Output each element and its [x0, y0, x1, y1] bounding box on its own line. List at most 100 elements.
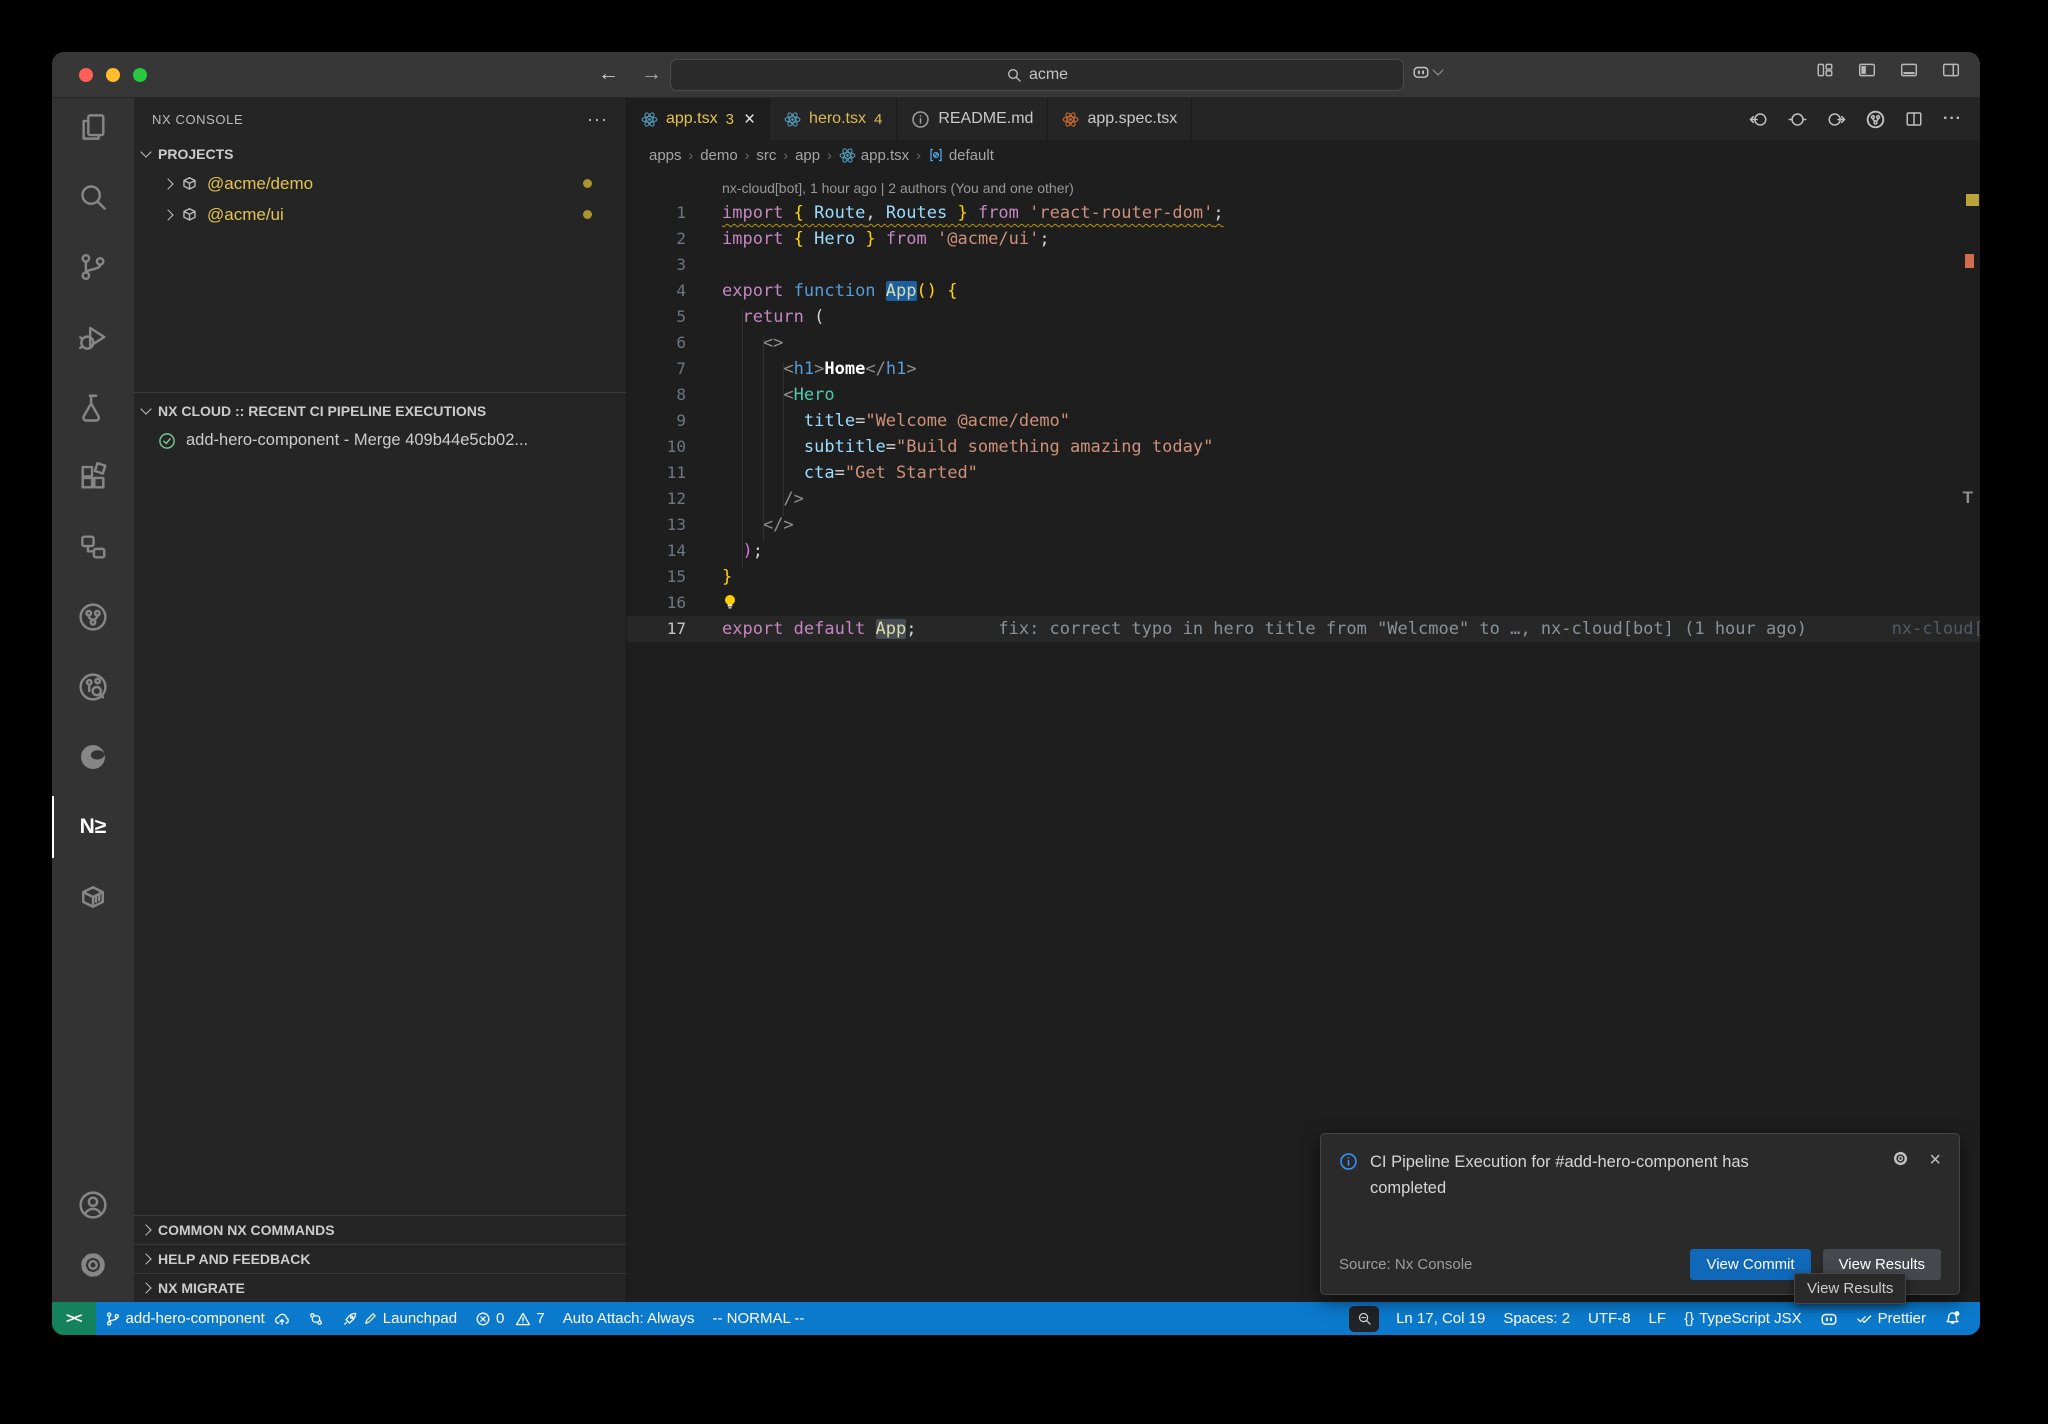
line-number: 16	[627, 590, 686, 616]
activity-source-control-icon[interactable]	[76, 252, 110, 282]
breadcrumb-demo[interactable]: demo	[700, 147, 738, 164]
history-back-icon[interactable]: ←	[598, 62, 619, 86]
command-center-search[interactable]: acme	[670, 59, 1404, 91]
copilot-status-item[interactable]	[1811, 1302, 1847, 1335]
vim-mode-item[interactable]: -- NORMAL --	[703, 1302, 813, 1335]
breadcrumbs: apps›demo›src›app›app.tsx›default	[627, 140, 1980, 170]
chevron-right-icon	[140, 1282, 151, 1293]
language-label: TypeScript JSX	[1699, 1310, 1802, 1327]
toggle-panel-icon[interactable]	[1900, 61, 1918, 79]
close-icon[interactable]: ×	[744, 110, 755, 129]
activity-run-debug-icon[interactable]	[76, 322, 110, 352]
activity-search-icon[interactable]	[76, 182, 110, 212]
code-line-6[interactable]: 6 <>	[627, 330, 1980, 356]
activity-extensions-icon[interactable]	[76, 462, 110, 492]
activity-account-icon[interactable]	[76, 1190, 110, 1220]
code-line-13[interactable]: 13 </>	[627, 512, 1980, 538]
more-actions-icon[interactable]: ···	[587, 109, 608, 130]
encoding-item[interactable]: UTF-8	[1579, 1302, 1640, 1335]
language-mode-item[interactable]: {} TypeScript JSX	[1675, 1302, 1811, 1335]
code-line-14[interactable]: 14 );	[627, 538, 1980, 564]
code-line-16[interactable]: 16	[627, 590, 1980, 616]
activity-edge-icon[interactable]	[76, 742, 110, 772]
tab-app.spec.tsx[interactable]: app.spec.tsx	[1048, 98, 1192, 140]
problems-item[interactable]: 0 7	[466, 1302, 554, 1335]
section-nx-cloud[interactable]: NX CLOUD :: RECENT CI PIPELINE EXECUTION…	[134, 397, 626, 425]
notifications-item[interactable]	[1935, 1302, 1970, 1335]
minimize-window-button[interactable]	[106, 68, 120, 82]
auto-attach-item[interactable]: Auto Attach: Always	[554, 1302, 704, 1335]
customize-layout-icon[interactable]	[1816, 61, 1834, 79]
warnings-count: 7	[536, 1310, 544, 1327]
line-content: subtitle="Build something amazing today"	[686, 434, 1213, 460]
lightbulb-icon[interactable]	[722, 593, 738, 611]
code-line-2[interactable]: 2import { Hero } from '@acme/ui';	[627, 226, 1980, 252]
cursor-position-item[interactable]: Ln 17, Col 19	[1387, 1302, 1494, 1335]
nav-back-icon[interactable]	[1749, 110, 1768, 129]
code-line-7[interactable]: 7 <h1>Home</h1>	[627, 356, 1980, 382]
code-line-9[interactable]: 9 title="Welcome @acme/demo"	[627, 408, 1980, 434]
code-line-10[interactable]: 10 subtitle="Build something amazing tod…	[627, 434, 1980, 460]
activity-git-graph-icon[interactable]	[76, 602, 110, 632]
code-line-12[interactable]: 12 />	[627, 486, 1980, 512]
code-line-11[interactable]: 11 cta="Get Started"	[627, 460, 1980, 486]
nav-forward-icon[interactable]	[1827, 110, 1846, 129]
activity-nx-icon[interactable]: N≥	[76, 812, 110, 842]
breadcrumb-separator: ›	[783, 147, 788, 163]
breadcrumb-src[interactable]: src	[756, 147, 776, 164]
gear-icon[interactable]	[1892, 1150, 1909, 1167]
launchpad-item[interactable]: Launchpad	[333, 1302, 466, 1335]
split-editor-icon[interactable]	[1905, 110, 1923, 128]
activity-references-icon[interactable]	[76, 532, 110, 562]
breadcrumb-separator: ›	[745, 147, 750, 163]
code-line-1[interactable]: 1import { Route, Routes } from 'react-ro…	[627, 200, 1980, 226]
close-window-button[interactable]	[79, 68, 93, 82]
activity-container-icon[interactable]	[76, 882, 110, 912]
code-line-3[interactable]: 3	[627, 252, 1980, 278]
line-number: 8	[627, 382, 686, 408]
zoom-indicator[interactable]	[1349, 1306, 1379, 1332]
section-projects[interactable]: PROJECTS	[134, 140, 626, 168]
code-line-5[interactable]: 5 return (	[627, 304, 1980, 330]
breadcrumb-default[interactable]: default	[928, 147, 994, 164]
nav-location-icon[interactable]	[1788, 110, 1807, 129]
tab-README.md[interactable]: README.md	[897, 98, 1048, 140]
formatter-item[interactable]: Prettier	[1847, 1302, 1935, 1335]
code-line-4[interactable]: 4export function App() {	[627, 278, 1980, 304]
tab-bar: app.tsx3× hero.tsx4 README.md app.spec.t…	[627, 98, 1980, 140]
breadcrumb-app.tsx[interactable]: app.tsx	[839, 147, 909, 164]
section-common-nx-commands[interactable]: COMMON NX COMMANDS	[134, 1215, 626, 1244]
view-commit-button[interactable]: View Commit	[1690, 1249, 1810, 1280]
code-line-15[interactable]: 15}	[627, 564, 1980, 590]
maximize-window-button[interactable]	[133, 68, 147, 82]
breadcrumb-apps[interactable]: apps	[649, 147, 682, 164]
tab-hero.tsx[interactable]: hero.tsx4	[770, 98, 897, 140]
code-line-17[interactable]: nx-cloud[b17export default App; fix: cor…	[627, 616, 1980, 642]
history-forward-icon[interactable]: →	[641, 62, 662, 86]
toggle-secondary-sidebar-icon[interactable]	[1942, 61, 1960, 79]
activity-testing-icon[interactable]	[76, 392, 110, 422]
remote-indicator[interactable]: ><	[52, 1302, 96, 1335]
activity-settings-icon[interactable]	[76, 1250, 110, 1280]
toggle-primary-sidebar-icon[interactable]	[1858, 61, 1876, 79]
git-branch-item[interactable]: add-hero-component	[96, 1302, 299, 1335]
activity-files-icon[interactable]	[76, 112, 110, 142]
close-icon[interactable]: ×	[1929, 1150, 1941, 1170]
pipeline-execution-item[interactable]: add-hero-component - Merge 409b44e5cb02.…	[134, 425, 626, 456]
git-compare-item[interactable]	[299, 1302, 333, 1335]
eol-item[interactable]: LF	[1640, 1302, 1676, 1335]
codelens-blame[interactable]: nx-cloud[bot], 1 hour ago | 2 authors (Y…	[627, 176, 1980, 200]
source-control-graph-icon[interactable]	[1866, 110, 1885, 129]
tab-app.tsx[interactable]: app.tsx3×	[627, 98, 770, 140]
more-actions-icon[interactable]: ···	[1943, 110, 1962, 128]
section-nx-migrate[interactable]: NX MIGRATE	[134, 1273, 626, 1302]
code-line-8[interactable]: 8 <Hero	[627, 382, 1980, 408]
section-help-and-feedback[interactable]: HELP AND FEEDBACK	[134, 1244, 626, 1273]
breadcrumb-app[interactable]: app	[795, 147, 820, 164]
indentation-item[interactable]: Spaces: 2	[1494, 1302, 1579, 1335]
project-item[interactable]: @acme/demo	[134, 168, 626, 199]
activity-gitlens-inspect-icon[interactable]	[76, 672, 110, 702]
chevron-down-icon[interactable]	[1432, 64, 1443, 75]
project-item[interactable]: @acme/ui	[134, 199, 626, 230]
copilot-icon[interactable]	[1412, 63, 1430, 81]
